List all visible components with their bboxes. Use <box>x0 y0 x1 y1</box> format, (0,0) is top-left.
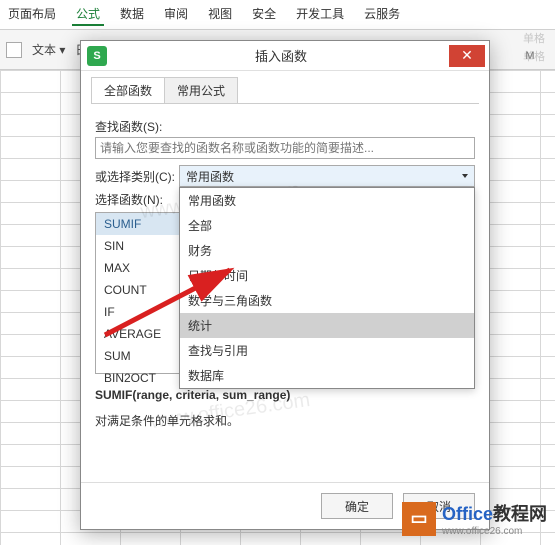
dropdown-item-common[interactable]: 常用函数 <box>180 188 474 213</box>
toolbar-text-dropdown[interactable]: 文本 ▾ <box>32 41 65 58</box>
dropdown-item-lookup[interactable]: 查找与引用 <box>180 338 474 363</box>
category-dropdown: 常用函数 全部 财务 日期与时间 数学与三角函数 统计 查找与引用 数据库 <box>179 187 475 389</box>
ribbon-tab-view[interactable]: 视图 <box>204 3 236 26</box>
tab-all-functions[interactable]: 全部函数 <box>91 77 165 103</box>
bg-label-1: 单格 <box>523 30 545 46</box>
tab-common-formulas[interactable]: 常用公式 <box>164 77 238 103</box>
ribbon-tab-layout[interactable]: 页面布局 <box>4 3 60 26</box>
dropdown-item-datetime[interactable]: 日期与时间 <box>180 263 474 288</box>
ribbon-tab-cloud[interactable]: 云服务 <box>360 3 404 26</box>
column-header-m[interactable]: M <box>500 50 555 62</box>
category-label: 或选择类别(C): <box>95 168 175 185</box>
ok-button[interactable]: 确定 <box>321 493 393 519</box>
ribbon-tab-formula[interactable]: 公式 <box>72 3 104 26</box>
close-button[interactable]: ✕ <box>449 45 485 67</box>
dropdown-item-all[interactable]: 全部 <box>180 213 474 238</box>
insert-function-dialog: S 插入函数 ✕ 全部函数 常用公式 查找函数(S): 或选择类别(C): 常用… <box>80 40 490 530</box>
dropdown-item-math[interactable]: 数学与三角函数 <box>180 288 474 313</box>
logo-badge-icon: ▭ <box>402 502 436 536</box>
category-selected-value: 常用函数 <box>186 168 234 185</box>
dropdown-item-database[interactable]: 数据库 <box>180 363 474 388</box>
logo-text-1: Office <box>442 504 493 524</box>
site-logo: ▭ Office教程网 www.office26.com <box>402 500 547 537</box>
search-input[interactable] <box>95 137 475 159</box>
category-combobox[interactable]: 常用函数 常用函数 全部 财务 日期与时间 数学与三角函数 统计 查找与引用 数… <box>179 165 475 187</box>
chevron-down-icon <box>462 174 468 178</box>
logo-subtitle: www.office26.com <box>442 526 547 537</box>
logo-text-2: 教程网 <box>493 504 547 524</box>
toolbar-icon-1[interactable] <box>6 42 22 58</box>
toolbar-text-label: 文本 ▾ <box>32 41 65 58</box>
function-summary: 对满足条件的单元格求和。 <box>95 412 475 429</box>
dropdown-item-statistics[interactable]: 统计 <box>180 313 474 338</box>
dropdown-item-finance[interactable]: 财务 <box>180 238 474 263</box>
function-signature: SUMIF(range, criteria, sum_range) <box>95 388 475 402</box>
ribbon-tab-data[interactable]: 数据 <box>116 3 148 26</box>
dialog-titlebar[interactable]: S 插入函数 ✕ <box>81 41 489 71</box>
dialog-tabs: 全部函数 常用公式 <box>91 77 479 104</box>
search-label: 查找函数(S): <box>95 118 475 135</box>
ribbon-tab-review[interactable]: 审阅 <box>160 3 192 26</box>
close-icon: ✕ <box>461 47 473 64</box>
app-icon: S <box>87 46 107 66</box>
ribbon-tabs: 页面布局 公式 数据 审阅 视图 安全 开发工具 云服务 <box>0 0 555 30</box>
ribbon-tab-devtools[interactable]: 开发工具 <box>292 3 348 26</box>
dialog-body: 查找函数(S): 或选择类别(C): 常用函数 常用函数 全部 财务 日期与时间… <box>81 104 489 482</box>
function-description: SUMIF(range, criteria, sum_range) 对满足条件的… <box>95 388 475 429</box>
ribbon-tab-security[interactable]: 安全 <box>248 3 280 26</box>
dialog-title: 插入函数 <box>113 46 449 65</box>
